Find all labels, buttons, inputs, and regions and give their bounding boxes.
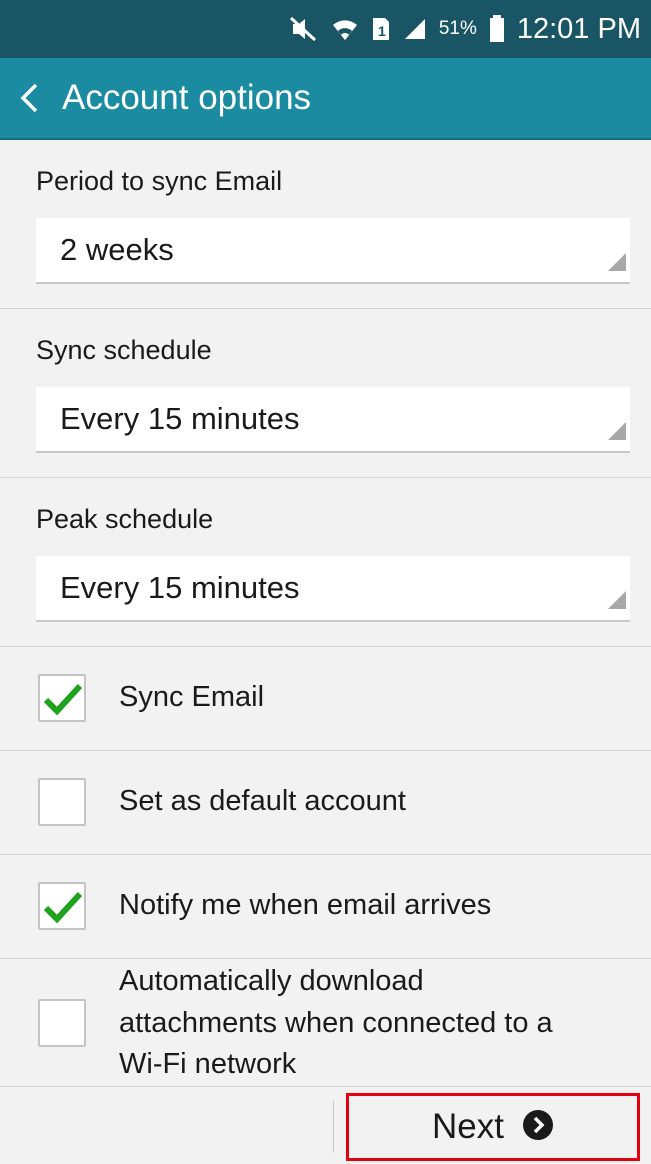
auto-download-option[interactable]: Automatically download attachments when …: [0, 959, 651, 1086]
bottom-bar: Next: [0, 1086, 651, 1164]
status-time: 12:01 PM: [516, 12, 641, 45]
signal-icon: [403, 17, 427, 41]
sync-schedule-value: Every 15 minutes: [60, 401, 300, 436]
wifi-icon: [331, 16, 359, 42]
dropdown-corner-icon: [608, 591, 626, 614]
sync-schedule-setting: Sync schedule Every 15 minutes: [0, 309, 651, 478]
default-account-checkbox[interactable]: [38, 778, 86, 826]
sync-email-label: Sync Email: [119, 681, 265, 713]
auto-download-label-line1: Automatically download: [119, 965, 424, 997]
period-to-sync-value: 2 weeks: [60, 232, 174, 267]
app-bar: Account options: [0, 58, 651, 140]
notify-checkbox[interactable]: [38, 882, 86, 930]
period-to-sync-setting: Period to sync Email 2 weeks: [0, 140, 651, 309]
checkmark-icon: [43, 891, 83, 924]
notify-label: Notify me when email arrives: [119, 889, 492, 921]
checkmark-icon: [43, 683, 83, 716]
default-account-label: Set as default account: [119, 785, 406, 817]
default-account-option[interactable]: Set as default account: [0, 751, 651, 855]
battery-percent: 51%: [438, 18, 477, 39]
sync-schedule-label: Sync schedule: [36, 335, 212, 365]
peak-schedule-label: Peak schedule: [36, 504, 214, 534]
page-title: Account options: [62, 78, 312, 117]
auto-download-checkbox[interactable]: [38, 999, 86, 1047]
mute-icon: [289, 16, 319, 42]
sync-email-checkbox[interactable]: [38, 674, 86, 722]
divider: [333, 1101, 334, 1153]
chevron-right-circle-icon: [522, 1109, 554, 1146]
auto-download-label-line2: attachments when connected to a: [119, 1007, 553, 1039]
status-bar: 1 51% 12:01 PM: [0, 0, 651, 58]
sim-icon: 1: [371, 16, 391, 42]
next-button[interactable]: Next: [346, 1093, 640, 1161]
notify-option[interactable]: Notify me when email arrives: [0, 855, 651, 959]
peak-schedule-value: Every 15 minutes: [60, 570, 300, 605]
period-to-sync-dropdown[interactable]: 2 weeks: [36, 218, 630, 284]
dropdown-corner-icon: [608, 422, 626, 445]
battery-icon: [489, 15, 505, 43]
sync-schedule-dropdown[interactable]: Every 15 minutes: [36, 387, 630, 453]
sync-email-option[interactable]: Sync Email: [0, 647, 651, 751]
peak-schedule-setting: Peak schedule Every 15 minutes: [0, 478, 651, 647]
dropdown-corner-icon: [608, 253, 626, 276]
auto-download-label-line3: Wi-Fi network: [119, 1048, 297, 1080]
peak-schedule-dropdown[interactable]: Every 15 minutes: [36, 556, 630, 622]
next-label: Next: [432, 1107, 504, 1146]
chevron-left-icon[interactable]: [18, 81, 40, 115]
svg-text:1: 1: [378, 23, 386, 39]
settings-list: Period to sync Email 2 weeks Sync schedu…: [0, 140, 651, 647]
period-to-sync-label: Period to sync Email: [36, 166, 283, 196]
